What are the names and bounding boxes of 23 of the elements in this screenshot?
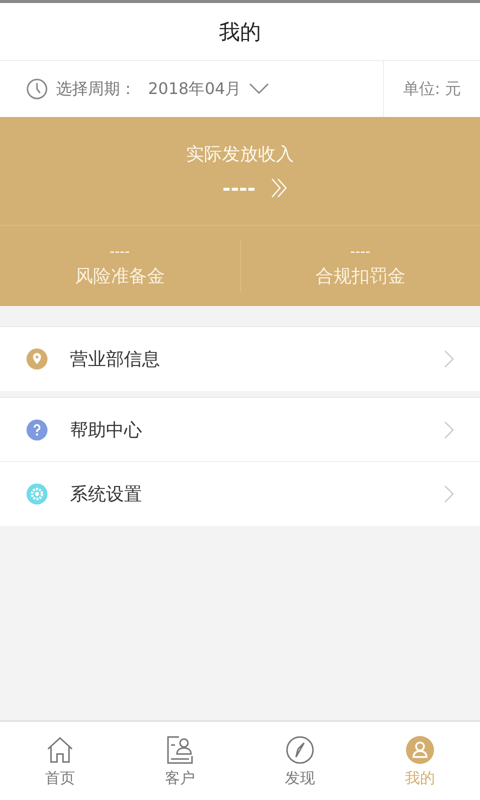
chevron-down-icon (249, 83, 270, 95)
chevron-right-icon (444, 485, 454, 503)
tab[interactable]: 首页 (0, 722, 120, 800)
compass-icon (285, 734, 315, 764)
stat-label: 合规扣罚金 (315, 265, 406, 288)
tab[interactable]: 发现 (240, 722, 360, 800)
menu-item[interactable]: 帮助中心 (0, 398, 480, 462)
double-chevron-icon (270, 178, 288, 198)
chevron-right-icon (444, 420, 454, 438)
menu-item[interactable]: 系统设置 (0, 462, 480, 526)
stat-value: ---- (110, 244, 130, 260)
unit-label: 单位: 元 (402, 78, 462, 100)
stat-label: 风险准备金 (74, 265, 165, 288)
income-title: 实际发放收入 (186, 143, 294, 166)
home-icon (45, 734, 75, 764)
chevron-right-icon (444, 350, 454, 368)
menu-item[interactable]: 营业部信息 (0, 327, 480, 391)
profile-icon (405, 734, 435, 764)
page-title: 我的 (219, 18, 261, 46)
clock-icon (26, 78, 48, 100)
stat-value: ---- (350, 244, 370, 260)
contact-card-icon (165, 734, 195, 764)
tab[interactable]: 客户 (120, 722, 240, 800)
